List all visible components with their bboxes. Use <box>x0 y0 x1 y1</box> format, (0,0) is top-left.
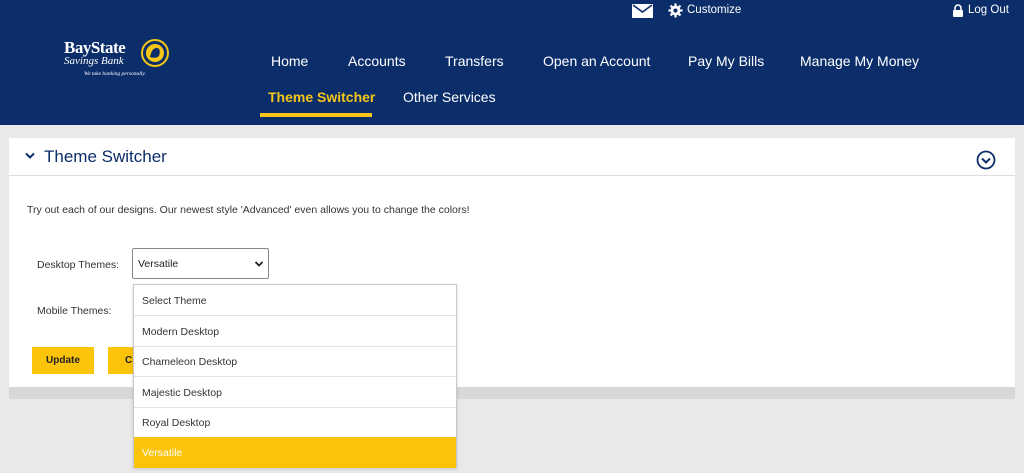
nav-theme-switcher[interactable]: Theme Switcher <box>268 89 375 105</box>
theme-dropdown-list: Select Theme Modern Desktop Chameleon De… <box>133 284 457 468</box>
intro-text: Try out each of our designs. Our newest … <box>27 204 470 216</box>
option-label: Chameleon Desktop <box>142 356 238 368</box>
update-button[interactable]: Update <box>32 347 94 374</box>
panel-header[interactable]: Theme Switcher <box>9 138 1015 176</box>
panel-title: Theme Switcher <box>44 147 167 166</box>
nav-home[interactable]: Home <box>271 53 308 69</box>
dropdown-option-selected[interactable]: Versatile <box>134 437 456 468</box>
nav-accounts[interactable]: Accounts <box>348 53 406 69</box>
dropdown-option[interactable]: Royal Desktop <box>134 407 456 438</box>
desktop-theme-value: Versatile <box>138 258 179 270</box>
customize-link[interactable]: Customize <box>687 4 741 16</box>
gear-icon[interactable] <box>668 3 683 18</box>
nav-transfers[interactable]: Transfers <box>445 53 504 69</box>
envelope-icon[interactable] <box>632 4 653 18</box>
circle-chevron-down-icon[interactable] <box>976 150 996 170</box>
dropdown-option[interactable]: Majestic Desktop <box>134 377 456 408</box>
option-label: Modern Desktop <box>142 326 220 338</box>
desktop-theme-select[interactable]: Versatile <box>132 248 269 279</box>
dropdown-option[interactable]: Chameleon Desktop <box>134 346 456 377</box>
nav-open-account[interactable]: Open an Account <box>543 53 650 69</box>
lock-icon <box>953 4 963 17</box>
chevron-down-icon[interactable] <box>24 150 36 162</box>
nav-other-services[interactable]: Other Services <box>403 89 496 105</box>
lion-seal-icon <box>141 39 169 67</box>
logo-line2: Savings Bank <box>64 55 124 67</box>
nav-manage-money[interactable]: Manage My Money <box>800 53 919 69</box>
logout-link[interactable]: Log Out <box>968 4 1009 16</box>
logo-tagline: We take banking personally. <box>84 71 146 77</box>
mobile-themes-label: Mobile Themes: <box>37 305 112 317</box>
option-label: Royal Desktop <box>142 417 211 429</box>
option-label: Select Theme <box>142 295 207 307</box>
dropdown-option[interactable]: Select Theme <box>134 285 456 316</box>
chevron-down-icon <box>254 261 264 267</box>
bank-logo[interactable]: BayState Savings Bank We take banking pe… <box>62 38 172 83</box>
option-label: Majestic Desktop <box>142 387 222 399</box>
desktop-themes-label: Desktop Themes: <box>37 259 120 271</box>
nav-pay-bills[interactable]: Pay My Bills <box>688 53 764 69</box>
dropdown-option[interactable]: Modern Desktop <box>134 316 456 347</box>
site-header: Customize Log Out BayState Savings Bank … <box>0 0 1024 125</box>
option-label: Versatile <box>142 447 183 459</box>
active-nav-underline <box>260 113 372 117</box>
